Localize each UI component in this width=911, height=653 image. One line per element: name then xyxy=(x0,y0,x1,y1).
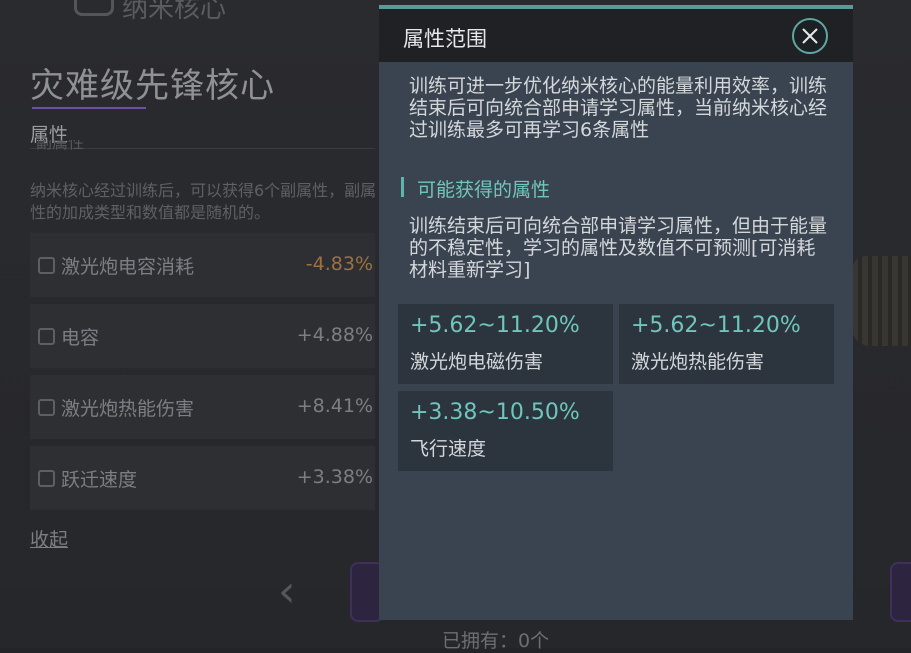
attribute-label: 跃迁速度 xyxy=(61,469,138,491)
attribute-range-dialog: 属性范围 训练可进一步优化纳米核心的能量利用效率，训练结束后可向统合部申请学习属… xyxy=(379,5,853,620)
attribute-label: 激光炮电容消耗 xyxy=(61,256,195,278)
attribute-description: 纳米核心经过训练后，可以获得6个副属性，副属性的加成类型和数值都是随机的。 xyxy=(30,181,377,222)
dialog-intro: 训练可进一步优化纳米核心的能量利用效率，训练结束后可向统合部申请学习属性，当前纳… xyxy=(409,75,828,141)
attribute-name: 飞行速度 xyxy=(410,438,487,460)
collapse-link[interactable]: 收起 xyxy=(30,525,68,552)
attribute-name: 激光炮电磁伤害 xyxy=(410,351,544,373)
header-title-partial: 纳米核心 xyxy=(122,0,227,24)
sub-attribute-label: 副属性 xyxy=(36,140,85,152)
section-title: 可能获得的属性 xyxy=(417,179,551,201)
core-item-slot[interactable] xyxy=(890,562,911,622)
title-underline xyxy=(32,107,146,109)
chevron-left-icon[interactable]: ‹ xyxy=(278,566,296,617)
attribute-row: 激光炮热能伤害 +8.41% xyxy=(30,375,375,439)
possible-attribute-card: +5.62~11.20% 激光炮热能伤害 xyxy=(619,304,834,384)
possible-attribute-card: +3.38~10.50% 飞行速度 xyxy=(398,391,613,471)
dialog-title: 属性范围 xyxy=(403,27,487,51)
possible-attribute-card: +5.62~11.20% 激光炮电磁伤害 xyxy=(398,304,613,384)
chip-icon xyxy=(38,257,55,274)
close-button[interactable] xyxy=(792,18,828,54)
attribute-value: -4.83% xyxy=(305,253,373,275)
attribute-range: +5.62~11.20% xyxy=(410,313,580,338)
chip-icon xyxy=(38,328,55,345)
attribute-label: 激光炮热能伤害 xyxy=(61,398,195,420)
attribute-row: 跃迁速度 +3.38% xyxy=(30,446,375,510)
close-icon xyxy=(802,28,818,44)
section-description: 训练结束后可向统合部申请学习属性，但由于能量的不稳定性，学习的属性及数值不可预测… xyxy=(409,215,828,281)
attribute-range: +3.38~10.50% xyxy=(410,400,580,425)
chip-icon xyxy=(38,399,55,416)
ship-preview xyxy=(852,256,911,346)
attribute-row: 激光炮电容消耗 -4.83% xyxy=(30,233,375,297)
attribute-row: 电容 +4.88% xyxy=(30,304,375,368)
attribute-value: +8.41% xyxy=(296,395,373,417)
page-title: 灾难级先锋核心 xyxy=(30,66,275,106)
dialog-header: 属性范围 xyxy=(379,9,853,62)
attribute-name: 激光炮热能伤害 xyxy=(631,351,765,373)
attribute-label: 电容 xyxy=(61,327,100,349)
attribute-range: +5.62~11.20% xyxy=(631,313,801,338)
owned-count: 已拥有：0个 xyxy=(442,630,550,652)
attribute-value: +4.88% xyxy=(296,324,373,346)
attribute-value: +3.38% xyxy=(296,466,373,488)
nanocore-icon xyxy=(74,0,114,16)
chip-icon xyxy=(38,470,55,487)
section-marker xyxy=(401,177,404,197)
